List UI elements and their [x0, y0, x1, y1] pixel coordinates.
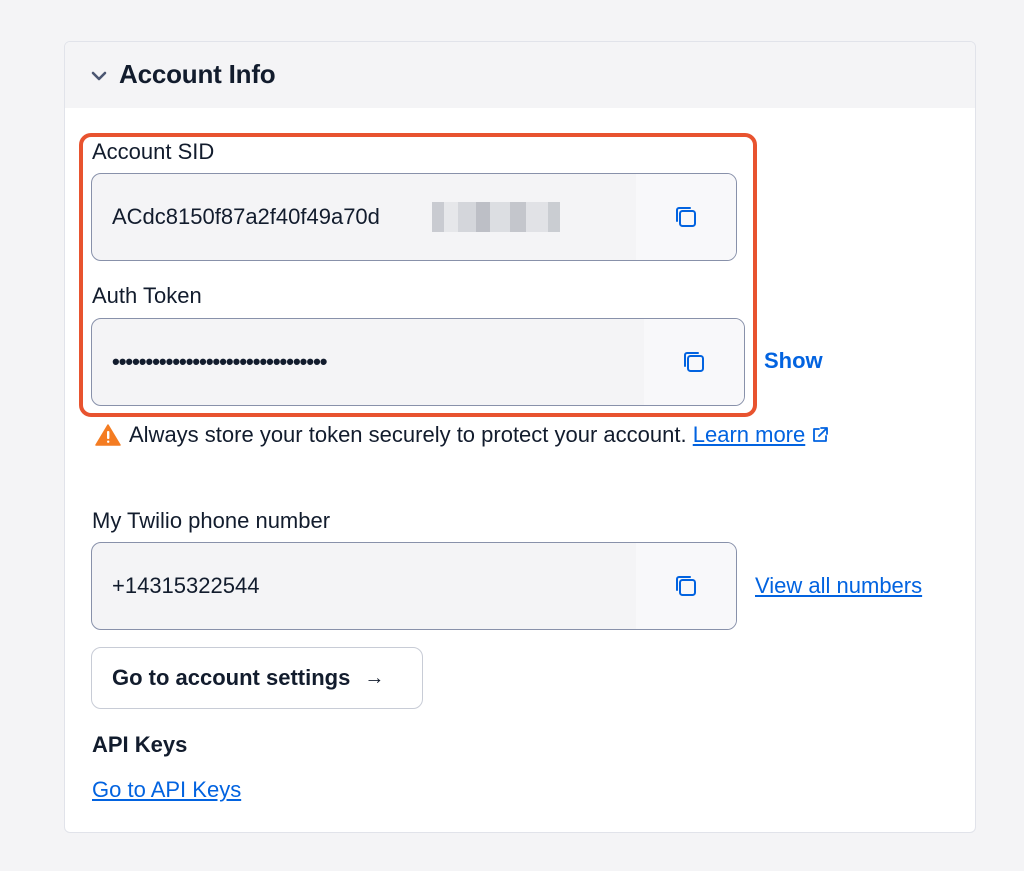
phone-field[interactable]: +14315322544 [91, 542, 737, 630]
copy-token-button[interactable] [644, 319, 744, 405]
account-sid-label: Account SID [92, 139, 215, 164]
api-keys-link[interactable]: Go to API Keys [92, 777, 241, 803]
warning-text: Always store your token securely to prot… [129, 422, 687, 447]
api-keys-heading: API Keys [92, 732, 188, 757]
learn-more-link[interactable]: Learn more [693, 422, 806, 447]
account-settings-button[interactable]: Go to account settings → [91, 647, 423, 709]
card-title: Account Info [119, 59, 276, 89]
warning-text-block: Always store your token securely to prot… [129, 418, 849, 451]
card-header[interactable]: Account Info [65, 42, 975, 108]
copy-icon [684, 352, 704, 372]
arrow-right-icon: → [364, 666, 385, 689]
copy-icon [676, 576, 696, 596]
chevron-down-icon[interactable] [91, 70, 107, 82]
auth-token-label: Auth Token [92, 283, 202, 308]
phone-label: My Twilio phone number [92, 508, 331, 533]
copy-sid-button[interactable] [636, 174, 736, 260]
account-sid-value[interactable]: ACdc8150f87a2f40f49a70d [112, 174, 380, 260]
account-sid-field[interactable]: ACdc8150f87a2f40f49a70d [91, 173, 737, 261]
phone-value[interactable]: +14315322544 [112, 543, 259, 629]
account-settings-label: Go to account settings [112, 665, 351, 690]
view-all-numbers-link[interactable]: View all numbers [755, 573, 922, 599]
external-link-icon[interactable] [811, 426, 829, 444]
show-token-link[interactable]: Show [764, 348, 823, 374]
warning-icon [95, 424, 121, 446]
copy-icon [676, 207, 696, 227]
copy-phone-button[interactable] [636, 543, 736, 629]
redacted-blur [432, 202, 560, 232]
auth-token-value[interactable]: •••••••••••••••••••••••••••••••• [112, 319, 327, 405]
auth-token-field[interactable]: •••••••••••••••••••••••••••••••• [91, 318, 745, 406]
account-info-card: Account Info Account SID ACdc8150f87a2f4… [64, 41, 976, 833]
